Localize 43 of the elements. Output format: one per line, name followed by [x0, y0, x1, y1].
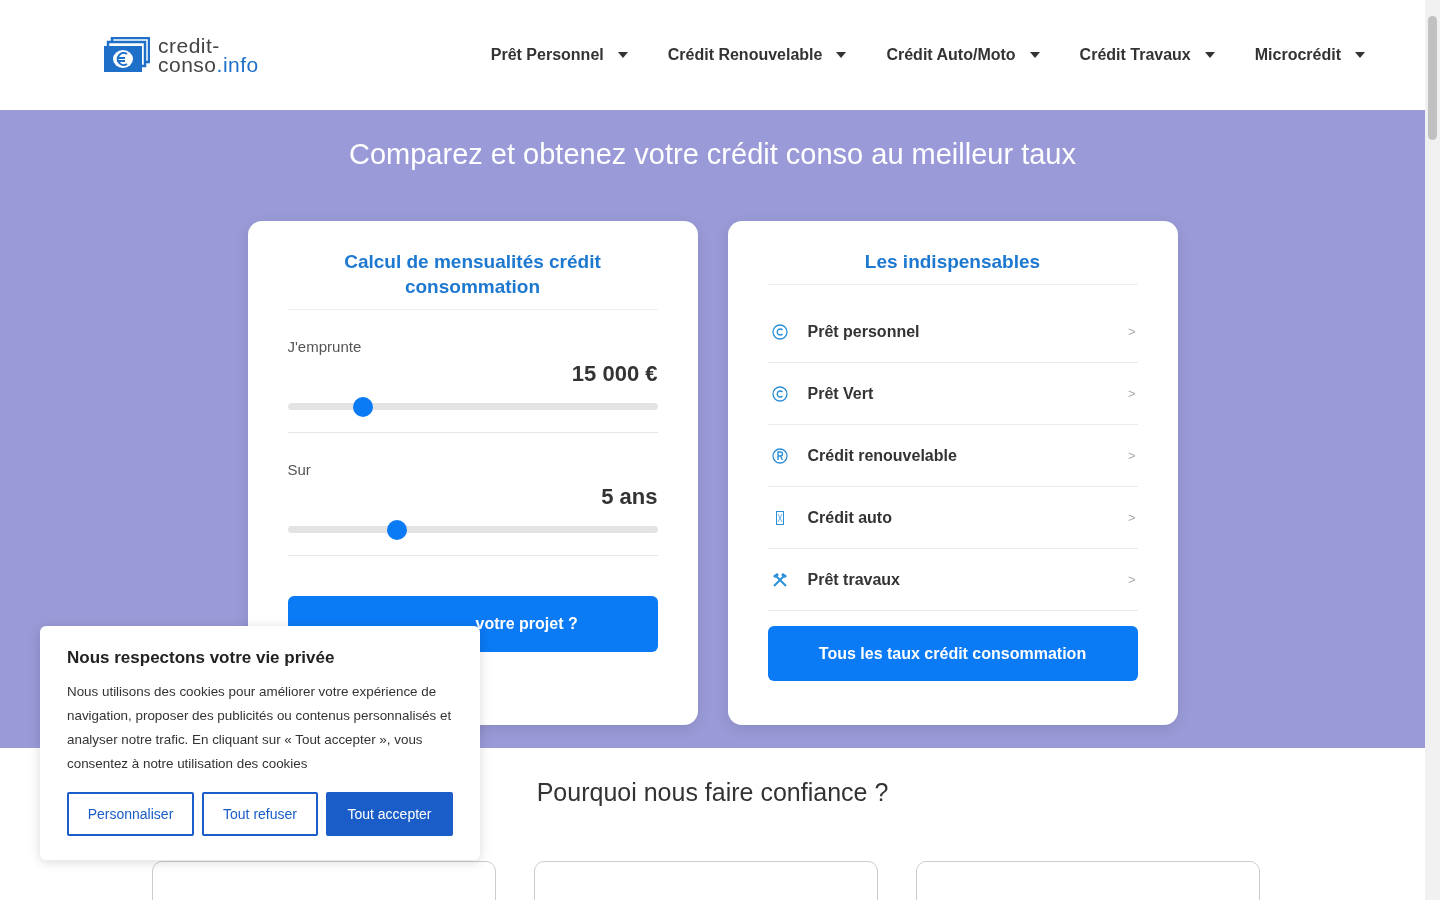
chevron: > [1127, 572, 1137, 587]
chevron: > [1127, 448, 1137, 463]
list-item[interactable]: Crédit renouvelable > [767, 425, 1138, 487]
slider-thumb[interactable] [353, 397, 374, 417]
section-title: Pourquoi nous faire confiance ? [535, 778, 890, 807]
cookie-text: Nous utilisons des cookies pour améliorer votre expérience de navigation, proposer des publicités ou contenus personnalisés et analyser notre trafic. En cliquant sur « Tout accepter », vous consentez à notre utilisation des cookies [67, 683, 453, 773]
chevron: > [1127, 510, 1137, 525]
chevron: > [1127, 386, 1137, 401]
copyright-icon [771, 385, 788, 402]
caret-icon [617, 52, 628, 58]
logo-icon [104, 37, 150, 73]
chevron: > [1127, 324, 1137, 339]
nav-menu-item[interactable]: Crédit Auto/Moto [886, 46, 1040, 64]
cookie-button[interactable]: Tout accepter [326, 792, 453, 836]
caret-icon [1204, 52, 1215, 58]
nav-menu-item[interactable]: Crédit Renouvelable [667, 46, 847, 64]
slider-value: 15 000 € [570, 361, 658, 387]
slider-value: 5 ans [600, 484, 658, 510]
copyright-icon [771, 323, 788, 340]
nav-menu-item[interactable]: Crédit Travaux [1079, 46, 1215, 64]
nav-menu-item[interactable]: Prêt Personnel [490, 46, 628, 64]
slider-label: Sur [287, 461, 312, 478]
slider-thumb[interactable] [387, 520, 408, 540]
tools-icon [771, 571, 788, 588]
scrollbar[interactable] [1425, 0, 1440, 900]
rates-button[interactable]: Tous les taux crédit consommation [767, 626, 1138, 681]
cookie-button[interactable]: Personnaliser [67, 792, 194, 836]
registered-icon [771, 447, 788, 464]
list-item[interactable]: Crédit auto > [767, 487, 1138, 549]
card-title: Calcul de mensualités crédit consommation [287, 249, 658, 310]
hero-title: Comparez et obtenez votre crédit conso au meilleur taux [348, 138, 1077, 171]
logo-text[interactable]: credit- conso.info [158, 36, 259, 74]
caret-icon [1029, 52, 1040, 58]
list-item[interactable]: Prêt travaux > [767, 549, 1138, 611]
scrollbar-thumb[interactable] [1428, 16, 1437, 140]
list-item[interactable]: Prêt Vert > [767, 363, 1138, 425]
cookie-button[interactable]: Tout refuser [202, 792, 318, 836]
list-item[interactable]: Prêt personnel > [767, 301, 1138, 363]
slider-label: J'emprunte [287, 338, 363, 355]
caret-icon [836, 52, 847, 58]
card-title: Les indispensables [767, 249, 1138, 285]
nav-menu-item[interactable]: Microcrédit [1254, 46, 1365, 64]
caret-icon [1355, 52, 1365, 58]
